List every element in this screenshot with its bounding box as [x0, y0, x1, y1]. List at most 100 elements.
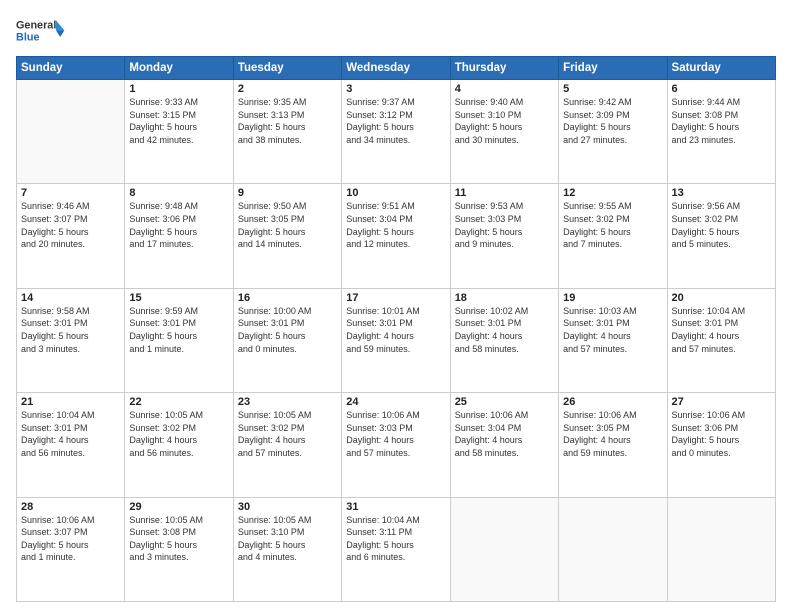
- weekday-header-friday: Friday: [559, 57, 667, 80]
- day-number: 17: [346, 292, 445, 304]
- calendar-cell: 15Sunrise: 9:59 AMSunset: 3:01 PMDayligh…: [125, 288, 233, 392]
- day-number: 1: [129, 83, 228, 95]
- day-number: 30: [238, 501, 337, 513]
- day-number: 23: [238, 396, 337, 408]
- calendar-cell: 4Sunrise: 9:40 AMSunset: 3:10 PMDaylight…: [450, 80, 558, 184]
- day-info: Sunrise: 10:06 AMSunset: 3:06 PMDaylight…: [672, 409, 771, 459]
- day-info: Sunrise: 9:59 AMSunset: 3:01 PMDaylight:…: [129, 305, 228, 355]
- calendar-cell: 7Sunrise: 9:46 AMSunset: 3:07 PMDaylight…: [17, 184, 125, 288]
- logo: General Blue: [16, 14, 66, 50]
- calendar-week-4: 21Sunrise: 10:04 AMSunset: 3:01 PMDaylig…: [17, 393, 776, 497]
- day-info: Sunrise: 10:06 AMSunset: 3:04 PMDaylight…: [455, 409, 554, 459]
- day-info: Sunrise: 10:00 AMSunset: 3:01 PMDaylight…: [238, 305, 337, 355]
- calendar-cell: 30Sunrise: 10:05 AMSunset: 3:10 PMDaylig…: [233, 497, 341, 601]
- day-number: 31: [346, 501, 445, 513]
- day-number: 18: [455, 292, 554, 304]
- calendar-cell: 10Sunrise: 9:51 AMSunset: 3:04 PMDayligh…: [342, 184, 450, 288]
- day-info: Sunrise: 9:35 AMSunset: 3:13 PMDaylight:…: [238, 96, 337, 146]
- day-info: Sunrise: 10:05 AMSunset: 3:02 PMDaylight…: [238, 409, 337, 459]
- day-info: Sunrise: 10:05 AMSunset: 3:10 PMDaylight…: [238, 514, 337, 564]
- day-info: Sunrise: 9:58 AMSunset: 3:01 PMDaylight:…: [21, 305, 120, 355]
- calendar-cell: 8Sunrise: 9:48 AMSunset: 3:06 PMDaylight…: [125, 184, 233, 288]
- page: General Blue SundayMondayTuesdayWednesda…: [0, 0, 792, 612]
- calendar-cell: [17, 80, 125, 184]
- day-number: 2: [238, 83, 337, 95]
- calendar-cell: 26Sunrise: 10:06 AMSunset: 3:05 PMDaylig…: [559, 393, 667, 497]
- weekday-header-sunday: Sunday: [17, 57, 125, 80]
- day-number: 25: [455, 396, 554, 408]
- day-info: Sunrise: 9:33 AMSunset: 3:15 PMDaylight:…: [129, 96, 228, 146]
- day-number: 29: [129, 501, 228, 513]
- calendar-cell: 5Sunrise: 9:42 AMSunset: 3:09 PMDaylight…: [559, 80, 667, 184]
- day-number: 20: [672, 292, 771, 304]
- day-number: 16: [238, 292, 337, 304]
- day-info: Sunrise: 9:55 AMSunset: 3:02 PMDaylight:…: [563, 200, 662, 250]
- day-number: 27: [672, 396, 771, 408]
- svg-text:Blue: Blue: [16, 31, 39, 43]
- day-info: Sunrise: 10:05 AMSunset: 3:08 PMDaylight…: [129, 514, 228, 564]
- calendar-cell: 21Sunrise: 10:04 AMSunset: 3:01 PMDaylig…: [17, 393, 125, 497]
- calendar-cell: 24Sunrise: 10:06 AMSunset: 3:03 PMDaylig…: [342, 393, 450, 497]
- calendar-cell: [559, 497, 667, 601]
- day-number: 21: [21, 396, 120, 408]
- calendar-cell: 3Sunrise: 9:37 AMSunset: 3:12 PMDaylight…: [342, 80, 450, 184]
- calendar-cell: 28Sunrise: 10:06 AMSunset: 3:07 PMDaylig…: [17, 497, 125, 601]
- calendar-table: SundayMondayTuesdayWednesdayThursdayFrid…: [16, 56, 776, 602]
- calendar-week-2: 7Sunrise: 9:46 AMSunset: 3:07 PMDaylight…: [17, 184, 776, 288]
- day-number: 9: [238, 187, 337, 199]
- day-number: 19: [563, 292, 662, 304]
- day-number: 13: [672, 187, 771, 199]
- day-number: 14: [21, 292, 120, 304]
- day-info: Sunrise: 10:03 AMSunset: 3:01 PMDaylight…: [563, 305, 662, 355]
- day-number: 11: [455, 187, 554, 199]
- calendar-cell: 17Sunrise: 10:01 AMSunset: 3:01 PMDaylig…: [342, 288, 450, 392]
- day-info: Sunrise: 10:06 AMSunset: 3:07 PMDaylight…: [21, 514, 120, 564]
- calendar-cell: 31Sunrise: 10:04 AMSunset: 3:11 PMDaylig…: [342, 497, 450, 601]
- calendar-cell: 22Sunrise: 10:05 AMSunset: 3:02 PMDaylig…: [125, 393, 233, 497]
- calendar-cell: 12Sunrise: 9:55 AMSunset: 3:02 PMDayligh…: [559, 184, 667, 288]
- day-info: Sunrise: 9:56 AMSunset: 3:02 PMDaylight:…: [672, 200, 771, 250]
- day-number: 8: [129, 187, 228, 199]
- day-info: Sunrise: 9:50 AMSunset: 3:05 PMDaylight:…: [238, 200, 337, 250]
- day-number: 12: [563, 187, 662, 199]
- calendar-week-1: 1Sunrise: 9:33 AMSunset: 3:15 PMDaylight…: [17, 80, 776, 184]
- logo-svg: General Blue: [16, 14, 66, 50]
- weekday-header-tuesday: Tuesday: [233, 57, 341, 80]
- svg-text:General: General: [16, 20, 56, 32]
- calendar-cell: 6Sunrise: 9:44 AMSunset: 3:08 PMDaylight…: [667, 80, 775, 184]
- weekday-header-monday: Monday: [125, 57, 233, 80]
- weekday-header-row: SundayMondayTuesdayWednesdayThursdayFrid…: [17, 57, 776, 80]
- calendar-cell: 13Sunrise: 9:56 AMSunset: 3:02 PMDayligh…: [667, 184, 775, 288]
- calendar-week-3: 14Sunrise: 9:58 AMSunset: 3:01 PMDayligh…: [17, 288, 776, 392]
- day-info: Sunrise: 9:40 AMSunset: 3:10 PMDaylight:…: [455, 96, 554, 146]
- calendar-cell: 11Sunrise: 9:53 AMSunset: 3:03 PMDayligh…: [450, 184, 558, 288]
- day-info: Sunrise: 9:46 AMSunset: 3:07 PMDaylight:…: [21, 200, 120, 250]
- day-info: Sunrise: 10:04 AMSunset: 3:11 PMDaylight…: [346, 514, 445, 564]
- calendar-cell: 18Sunrise: 10:02 AMSunset: 3:01 PMDaylig…: [450, 288, 558, 392]
- day-info: Sunrise: 10:01 AMSunset: 3:01 PMDaylight…: [346, 305, 445, 355]
- calendar-cell: 19Sunrise: 10:03 AMSunset: 3:01 PMDaylig…: [559, 288, 667, 392]
- day-info: Sunrise: 9:48 AMSunset: 3:06 PMDaylight:…: [129, 200, 228, 250]
- day-info: Sunrise: 10:05 AMSunset: 3:02 PMDaylight…: [129, 409, 228, 459]
- day-number: 15: [129, 292, 228, 304]
- day-info: Sunrise: 10:02 AMSunset: 3:01 PMDaylight…: [455, 305, 554, 355]
- day-info: Sunrise: 10:04 AMSunset: 3:01 PMDaylight…: [672, 305, 771, 355]
- day-info: Sunrise: 10:04 AMSunset: 3:01 PMDaylight…: [21, 409, 120, 459]
- weekday-header-thursday: Thursday: [450, 57, 558, 80]
- day-number: 3: [346, 83, 445, 95]
- calendar-cell: 14Sunrise: 9:58 AMSunset: 3:01 PMDayligh…: [17, 288, 125, 392]
- calendar-cell: 1Sunrise: 9:33 AMSunset: 3:15 PMDaylight…: [125, 80, 233, 184]
- day-number: 7: [21, 187, 120, 199]
- calendar-cell: 27Sunrise: 10:06 AMSunset: 3:06 PMDaylig…: [667, 393, 775, 497]
- day-info: Sunrise: 9:51 AMSunset: 3:04 PMDaylight:…: [346, 200, 445, 250]
- calendar-cell: 2Sunrise: 9:35 AMSunset: 3:13 PMDaylight…: [233, 80, 341, 184]
- day-number: 4: [455, 83, 554, 95]
- day-number: 24: [346, 396, 445, 408]
- calendar-week-5: 28Sunrise: 10:06 AMSunset: 3:07 PMDaylig…: [17, 497, 776, 601]
- calendar-cell: [667, 497, 775, 601]
- day-number: 28: [21, 501, 120, 513]
- day-number: 22: [129, 396, 228, 408]
- day-number: 6: [672, 83, 771, 95]
- day-info: Sunrise: 9:44 AMSunset: 3:08 PMDaylight:…: [672, 96, 771, 146]
- day-number: 26: [563, 396, 662, 408]
